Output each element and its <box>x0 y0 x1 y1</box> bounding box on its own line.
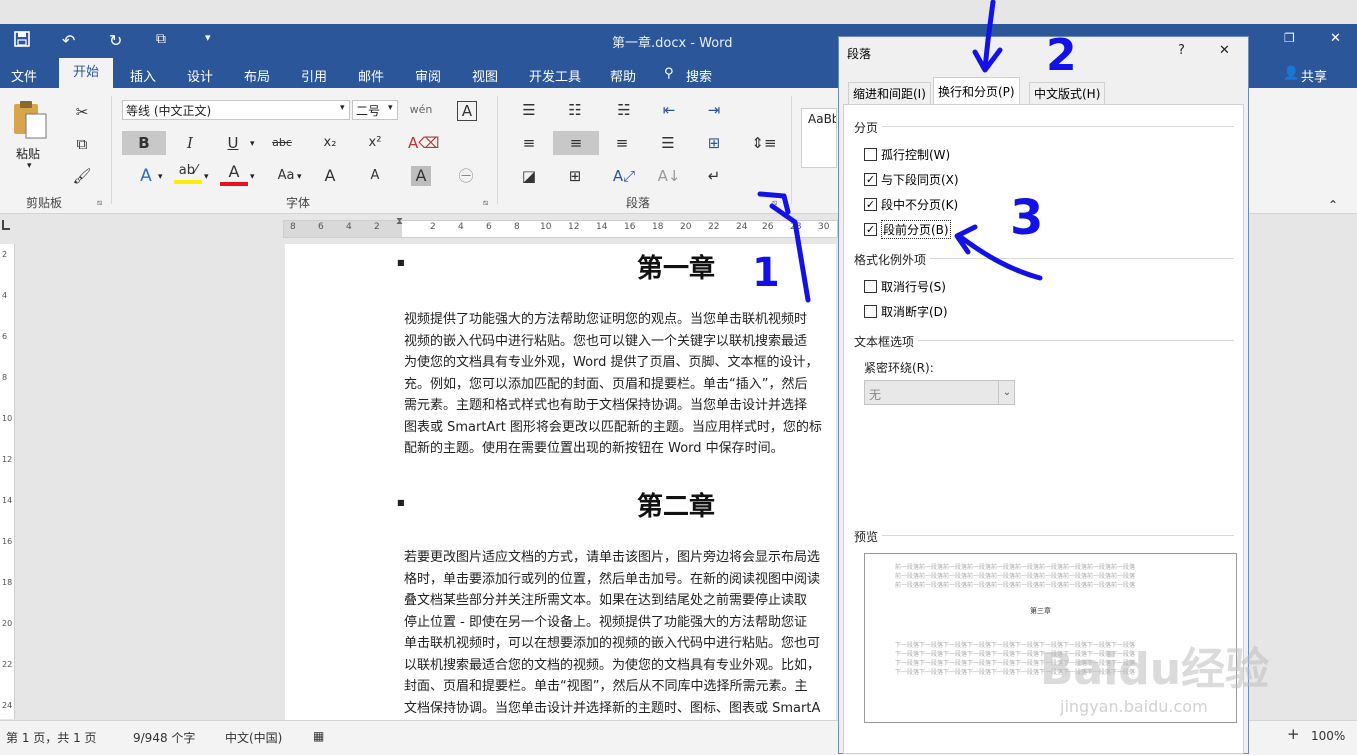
annotation-number-1: 1 <box>752 250 780 296</box>
annotation-number-3: 3 <box>1010 190 1044 246</box>
annotation-number-2: 2 <box>1046 30 1077 81</box>
watermark-url: jingyan.baidu.com <box>1060 697 1208 716</box>
watermark-logo: Baidu经验 <box>1040 644 1270 695</box>
